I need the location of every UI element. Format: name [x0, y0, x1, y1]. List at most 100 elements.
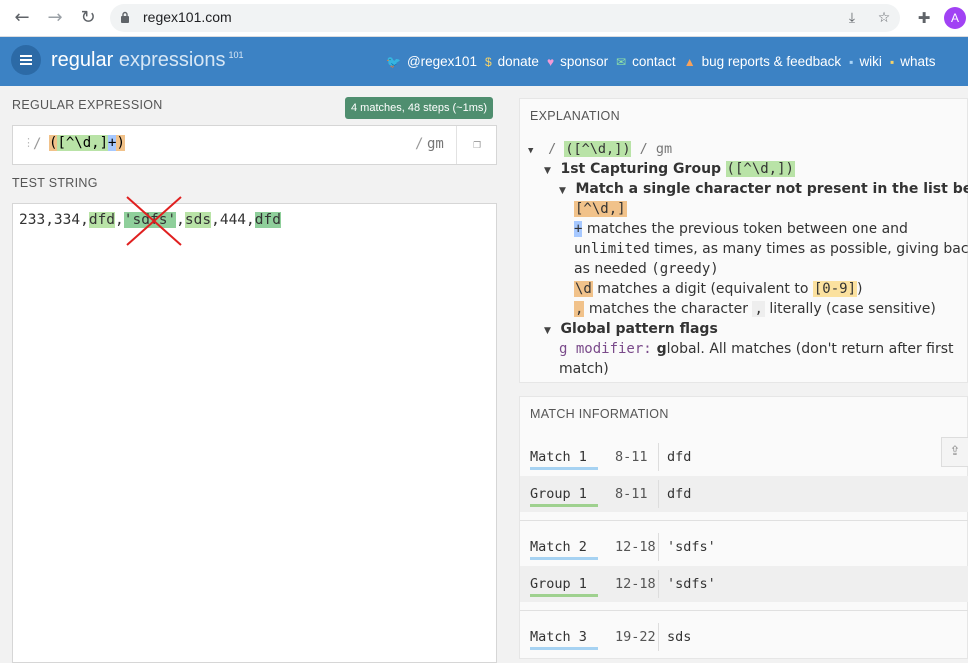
- install-icon[interactable]: ⤓: [842, 8, 862, 28]
- explain-flags-title: Global pattern flags: [560, 321, 718, 337]
- nav-link-5[interactable]: ▪ wiki: [849, 54, 882, 69]
- collapse-caret-icon[interactable]: ▼: [559, 186, 571, 196]
- collapse-caret-icon[interactable]: ▼: [528, 146, 540, 156]
- test-text-segment: ,: [115, 212, 124, 228]
- back-arrow-icon[interactable]: ←: [10, 6, 34, 30]
- explain-flag-g-bold: g: [651, 341, 667, 357]
- explain-root-pattern: ([^\d,]): [564, 141, 632, 157]
- explain-comma-text1: matches the character: [584, 301, 753, 317]
- regex-delimiter-left: /: [33, 136, 42, 152]
- column-separator: [658, 480, 659, 508]
- browser-toolbar: ← → ↻ regex101.com ⤓ ☆ ✚ A: [0, 0, 968, 37]
- column-separator: [658, 533, 659, 561]
- explain-root-slash-left: /: [548, 141, 557, 157]
- address-bar[interactable]: regex101.com ⤓ ☆: [110, 4, 900, 32]
- nav-link-6[interactable]: ▪ whats: [890, 54, 936, 69]
- nav-link-label: contact: [632, 54, 676, 69]
- explain-root-flags: gm: [655, 141, 673, 157]
- regex-input[interactable]: ⋮ / ([^\d,]+) / gm ❐: [12, 125, 497, 165]
- explain-flags[interactable]: ▼ Global pattern flags: [544, 321, 718, 337]
- match-highlight: dfd: [254, 212, 281, 228]
- wiki-icon: ▪: [849, 55, 854, 69]
- reload-icon[interactable]: ↻: [76, 6, 100, 30]
- explain-plus-line2: unlimited times, as many times as possib…: [574, 241, 968, 257]
- explain-class-title: Match a single character not present in …: [575, 181, 968, 197]
- regex-char-class: [^\d,]: [57, 135, 109, 151]
- nav-link-1[interactable]: $ donate: [485, 54, 539, 69]
- match-color-bar: [530, 647, 598, 650]
- explain-group-title: 1st Capturing Group: [560, 161, 722, 177]
- red-cross-annotation: [126, 196, 182, 246]
- regex-section-label: REGULAR EXPRESSION: [12, 98, 163, 112]
- nav-link-3[interactable]: ✉ contact: [616, 54, 676, 69]
- match-label: Group 1: [530, 486, 587, 502]
- explain-plus-line3: as needed (greedy): [574, 261, 719, 277]
- explain-plus-one: one: [851, 221, 878, 237]
- explain-flag-g-text: lobal. All matches (don't return after f…: [666, 341, 954, 357]
- collapse-caret-icon[interactable]: ▼: [544, 166, 556, 176]
- header-nav: 🐦 @regex101 $ donate ♥ sponsor ✉ contact ▲ bug re…: [386, 54, 943, 69]
- forward-arrow-icon[interactable]: →: [43, 6, 67, 30]
- collapse-caret-icon[interactable]: ▼: [544, 326, 556, 336]
- menu-icon[interactable]: [11, 45, 41, 75]
- nav-link-label: donate: [497, 54, 539, 69]
- explain-root[interactable]: ▼ / ([^\d,]) / gm: [528, 141, 672, 157]
- test-string-input[interactable]: 233,334,dfd,'sdfs',sds,444,dfd: [12, 203, 497, 663]
- match-range: 8-11: [615, 449, 648, 465]
- explanation-card: EXPLANATION ▼ / ([^\d,]) / gm ▼ 1st Capt…: [519, 98, 968, 383]
- explain-digit-range: [0-9]: [812, 281, 858, 297]
- explain-plus-text2: times, as many times as possible, giving…: [649, 241, 968, 257]
- explain-comma-text2: literally (case sensitive): [764, 301, 936, 317]
- explain-flag-g: g modifier:: [559, 341, 652, 357]
- regex-flags[interactable]: gm: [427, 136, 444, 152]
- brand-light: expressions: [118, 49, 226, 71]
- explain-plus-and: and: [877, 221, 908, 237]
- nav-link-0[interactable]: 🐦 @regex101: [386, 54, 477, 69]
- match-row[interactable]: Match 3 19-22 sds: [520, 619, 968, 655]
- brand-sup: 101: [228, 50, 244, 61]
- url-text: regex101.com: [143, 9, 232, 25]
- explain-plus-line1: + matches the previous token between one…: [574, 221, 908, 237]
- brand-main: regular: [51, 49, 114, 71]
- match-highlight: dfd: [88, 212, 116, 228]
- dollar-icon: $: [484, 55, 492, 69]
- profile-avatar[interactable]: A: [944, 7, 966, 29]
- match-value: dfd: [667, 449, 692, 465]
- match-range: 12-18: [615, 576, 656, 592]
- regex-delimiter-right: /: [415, 136, 424, 152]
- heart-icon: ♥: [546, 55, 555, 69]
- match-row[interactable]: Match 2 12-18 'sdfs': [520, 529, 968, 565]
- nav-link-2[interactable]: ♥ sponsor: [547, 54, 608, 69]
- explain-plus-text3: as needed: [574, 261, 652, 277]
- match-label: Match 2: [530, 539, 587, 555]
- explain-digit-close: ): [857, 281, 863, 297]
- whatsnew-icon: ▪: [889, 55, 895, 69]
- column-separator: [658, 570, 659, 598]
- group-row[interactable]: Group 1 8-11 dfd: [520, 476, 968, 512]
- test-text-segment: ,444,: [211, 212, 255, 228]
- explain-comma-char: ,: [752, 301, 765, 317]
- match-count-badge: 4 matches, 48 steps (~1ms): [345, 97, 494, 119]
- bookmark-star-icon[interactable]: ☆: [874, 8, 894, 28]
- explain-group[interactable]: ▼ 1st Capturing Group ([^\d,]): [544, 161, 795, 177]
- brand-logo[interactable]: regular expressions 101: [51, 49, 244, 72]
- twitter-icon: 🐦: [386, 55, 401, 69]
- explanation-title: EXPLANATION: [530, 109, 620, 123]
- nav-link-label: wiki: [859, 54, 882, 69]
- explain-group-code: ([^\d,]): [725, 161, 795, 177]
- explain-digit-line: \d matches a digit (equivalent to [0-9]): [574, 281, 863, 297]
- match-range: 12-18: [615, 539, 656, 555]
- explain-class[interactable]: ▼ Match a single character not present i…: [559, 181, 968, 197]
- group-row[interactable]: Group 1 12-18 'sdfs': [520, 566, 968, 602]
- match-information-card: MATCH INFORMATION ⇪ Match 1 8-11 dfd Group …: [519, 396, 968, 659]
- match-color-bar: [530, 504, 598, 507]
- explain-root-slash-right: /: [639, 141, 648, 157]
- copy-icon[interactable]: ❐: [456, 126, 497, 164]
- match-divider: [520, 520, 968, 521]
- match-value: dfd: [667, 486, 692, 502]
- nav-link-4[interactable]: ▲ bug reports & feedback: [684, 54, 841, 69]
- match-row[interactable]: Match 1 8-11 dfd: [520, 439, 968, 475]
- match-label: Group 1: [530, 576, 587, 592]
- match-value: 'sdfs': [667, 539, 716, 555]
- extensions-puzzle-icon[interactable]: ✚: [914, 8, 934, 28]
